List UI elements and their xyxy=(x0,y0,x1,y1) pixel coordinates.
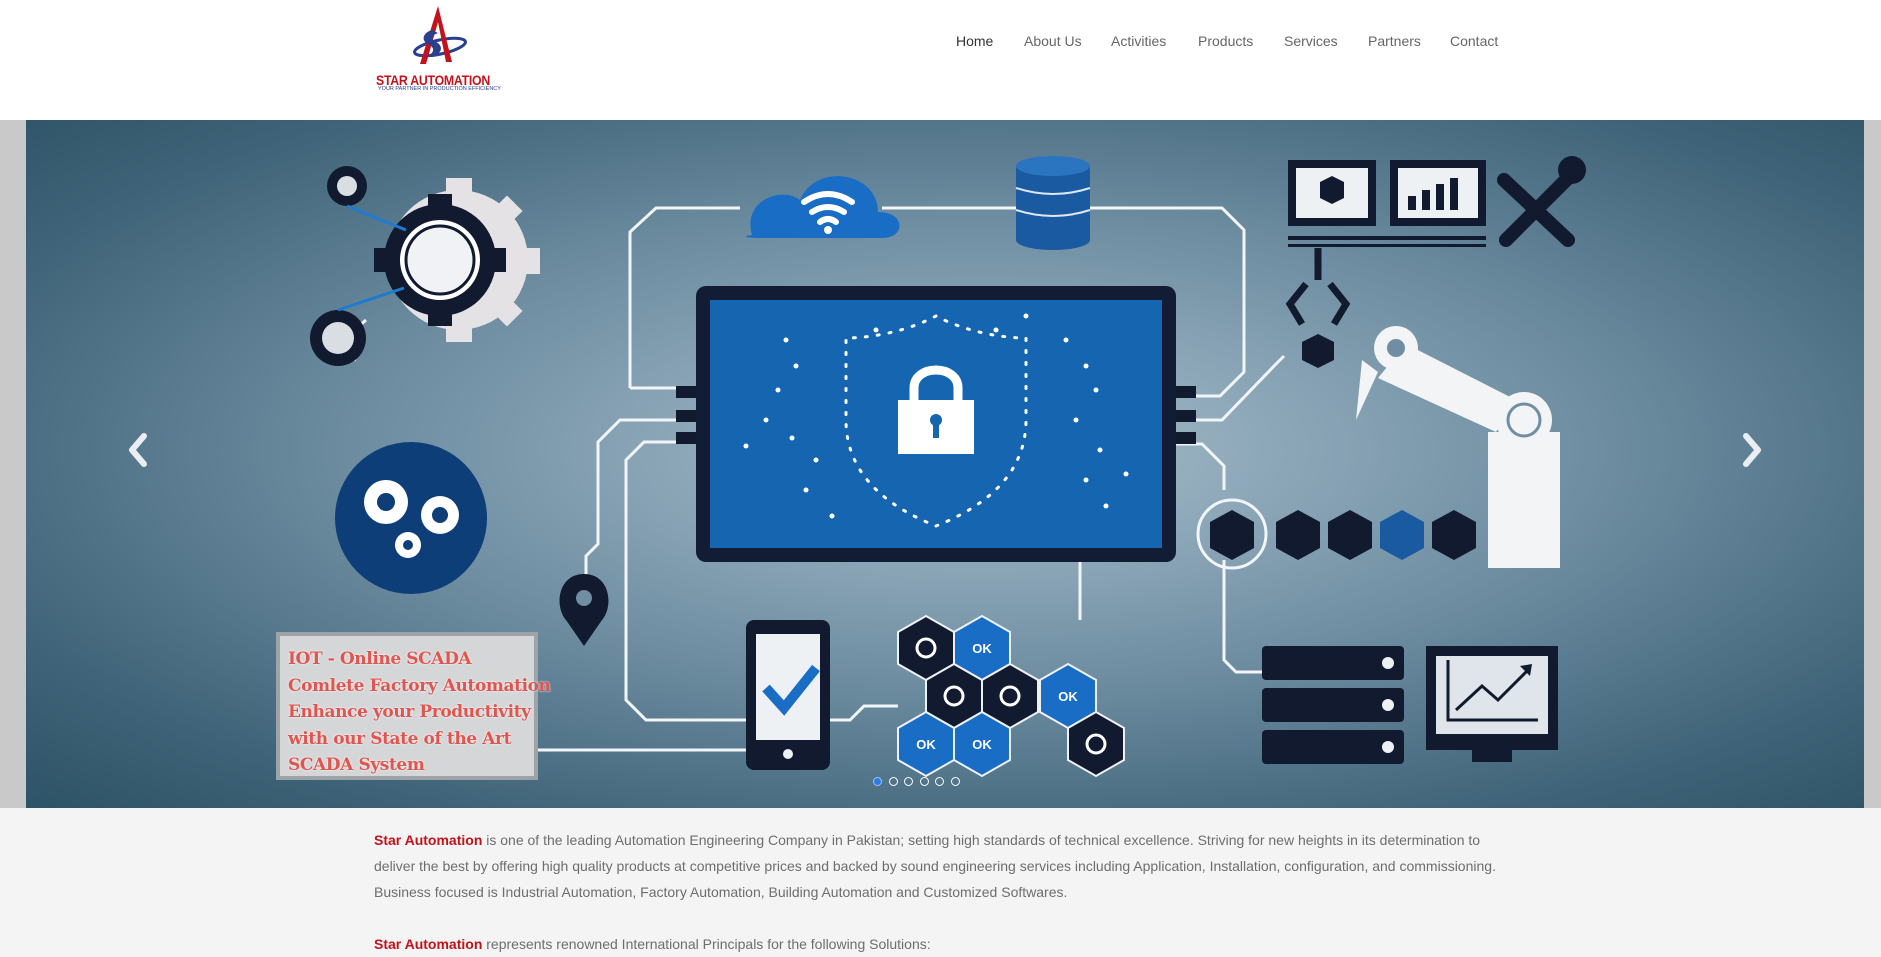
cube-icon xyxy=(1210,510,1476,560)
intro-text: is one of the leading Automation Enginee… xyxy=(374,832,1496,900)
slider-dot[interactable] xyxy=(935,777,944,786)
hex-ok-label: OK xyxy=(972,641,992,656)
principals-text: represents renowned International Princi… xyxy=(482,936,931,952)
main-nav: Home About Us Activities Products Servic… xyxy=(0,33,1881,53)
principals-paragraph: Star Automation represents renowned Inte… xyxy=(374,931,1514,957)
slider-dot[interactable] xyxy=(919,777,929,786)
brand-name: Star Automation xyxy=(374,832,483,848)
location-pin-icon xyxy=(559,574,609,646)
caption-line: with our State of the Art xyxy=(288,728,512,749)
chart-monitor-icon xyxy=(1426,646,1558,762)
slider-next-button[interactable] xyxy=(1732,420,1772,480)
logo-tagline: YOUR PARTNER IN PRODUCTION EFFICIENCY xyxy=(378,86,501,92)
brand-name: Star Automation xyxy=(374,936,483,952)
nav-item-services[interactable]: Services xyxy=(1284,33,1338,49)
cube-icon xyxy=(1302,334,1334,368)
slider-dot[interactable] xyxy=(873,777,882,786)
slider-dot[interactable] xyxy=(888,777,898,786)
nav-item-activities[interactable]: Activities xyxy=(1111,33,1166,49)
gear-icon xyxy=(310,166,540,366)
database-icon xyxy=(1015,156,1091,250)
tools-icon xyxy=(1497,171,1575,247)
nav-item-contact[interactable]: Contact xyxy=(1450,33,1498,49)
caption-line: IOT - Online SCADA xyxy=(288,649,472,669)
cloud-wifi-icon xyxy=(746,176,900,238)
slider-prev-button[interactable] xyxy=(118,420,158,480)
hex-ok-label: OK xyxy=(1058,689,1078,704)
monitor-icon xyxy=(1288,160,1486,247)
smartphone-check-icon xyxy=(746,620,830,770)
intro-section: Star Automation is one of the leading Au… xyxy=(374,827,1514,957)
slide-caption: IOT - Online SCADA Comlete Factory Autom… xyxy=(276,632,551,780)
caption-line: SCADA System xyxy=(288,755,425,775)
slider-dot[interactable] xyxy=(950,777,960,786)
nav-item-about-us[interactable]: About Us xyxy=(1024,33,1082,49)
robot-claw-icon xyxy=(1285,248,1351,326)
slide-image: OK OK OK OK IOT - Online SCADA Comlete F… xyxy=(26,120,1864,808)
site-header: STAR AUTOMATION YOUR PARTNER IN PRODUCTI… xyxy=(0,0,1881,120)
chevron-left-icon xyxy=(129,433,147,467)
hex-ok-label: OK xyxy=(972,737,992,752)
slider-dot[interactable] xyxy=(904,777,913,786)
nav-item-home[interactable]: Home xyxy=(956,33,993,49)
nav-item-products[interactable]: Products xyxy=(1198,33,1253,49)
hero-slider: OK OK OK OK IOT - Online SCADA Comlete F… xyxy=(0,120,1881,808)
intro-paragraph: Star Automation is one of the leading Au… xyxy=(374,827,1514,905)
chevron-right-icon xyxy=(1743,433,1761,467)
caption-line: Enhance your Productivity xyxy=(288,702,531,722)
hex-ok-label: OK xyxy=(916,737,936,752)
caption-line: Comlete Factory Automation xyxy=(288,675,551,696)
nav-item-partners[interactable]: Partners xyxy=(1368,33,1421,49)
